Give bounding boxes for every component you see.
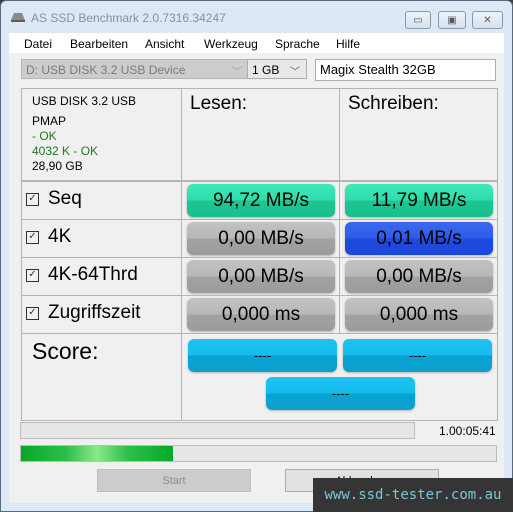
checkbox-icon[interactable]: ✓	[26, 306, 39, 320]
device-capacity: 28,90 GB	[32, 159, 83, 173]
test-progress-bar	[20, 422, 415, 439]
checkbox-icon[interactable]: ✓	[26, 192, 39, 206]
score-label: Score:	[32, 338, 99, 364]
write-result-value: 0,01 MB/s	[345, 222, 493, 255]
chevron-down-icon: ﹀	[290, 67, 300, 78]
test-label: 4K	[48, 226, 72, 247]
read-result-value: 0,000 ms	[187, 298, 335, 331]
close-icon: ✕	[483, 14, 492, 26]
menu-werkzeug[interactable]: Werkzeug	[204, 37, 258, 51]
test-label-cell: ✓ 4K-64Thrd	[21, 257, 182, 296]
device-info-panel: USB DISK 3.2 USB PMAP - OK 4032 K - OK 2…	[21, 88, 182, 181]
menu-datei[interactable]: Datei	[24, 37, 52, 51]
test-label: 4K-64Thrd	[48, 264, 138, 285]
minimize-icon: ▭	[413, 14, 423, 26]
checkbox-icon[interactable]: ✓	[26, 268, 39, 282]
chevron-down-icon: ﹀	[232, 67, 242, 78]
read-column-header: Lesen:	[190, 93, 248, 114]
app-window: AS SSD Benchmark 2.0.7316.34247 ▭ ▣ ✕ Da…	[0, 0, 513, 512]
size-select[interactable]: 1 GB ﹀	[247, 59, 307, 79]
overall-progress-fill	[21, 446, 173, 461]
score-values-cell: ---- ---- ----	[181, 333, 498, 421]
write-result-cell: 0,01 MB/s	[339, 219, 498, 258]
maximize-button[interactable]: ▣	[438, 11, 466, 29]
alignment-status: 4032 K - OK	[32, 144, 99, 158]
title-bar: AS SSD Benchmark 2.0.7316.34247 ▭ ▣ ✕	[1, 1, 512, 33]
test-label-cell: ✓ Zugriffszeit	[21, 295, 182, 334]
minimize-button[interactable]: ▭	[405, 11, 431, 29]
overall-progress-bar	[20, 445, 497, 462]
device-model: USB DISK 3.2 USB	[32, 94, 137, 108]
menu-hilfe[interactable]: Hilfe	[336, 37, 360, 51]
read-result-cell: 0,00 MB/s	[181, 257, 340, 296]
close-button[interactable]: ✕	[472, 11, 503, 29]
write-result-cell: 0,00 MB/s	[339, 257, 498, 296]
read-result-value: 94,72 MB/s	[187, 184, 335, 217]
start-button[interactable]: Start	[97, 469, 251, 492]
write-column-header: Schreiben:	[348, 93, 439, 114]
score-label-cell: Score:	[21, 333, 182, 421]
drive-select[interactable]: D: USB DISK 3.2 USB Device ﹀	[21, 59, 249, 79]
read-result-cell: 0,00 MB/s	[181, 219, 340, 258]
menu-bar: Datei Bearbeiten Ansicht Werkzeug Sprach…	[9, 33, 504, 53]
write-score: ----	[343, 339, 492, 372]
client-area: Datei Bearbeiten Ansicht Werkzeug Sprach…	[9, 33, 504, 503]
read-result-cell: 94,72 MB/s	[181, 181, 340, 220]
test-label: Zugriffszeit	[48, 302, 141, 323]
drive-select-value: D: USB DISK 3.2 USB Device	[26, 63, 186, 77]
results-grid: USB DISK 3.2 USB PMAP - OK 4032 K - OK 2…	[21, 88, 498, 421]
app-drive-icon	[11, 13, 25, 22]
read-score: ----	[188, 339, 337, 372]
test-label: Seq	[48, 188, 82, 209]
read-result-cell: 0,000 ms	[181, 295, 340, 334]
test-checkbox-0[interactable]: ✓ Seq	[26, 188, 82, 210]
elapsed-time: 1.00:05:41	[439, 424, 496, 438]
driver-status: - OK	[32, 129, 57, 143]
read-header-cell: Lesen:	[181, 88, 340, 181]
write-result-value: 0,00 MB/s	[345, 260, 493, 293]
maximize-icon: ▣	[447, 14, 457, 26]
window-title: AS SSD Benchmark 2.0.7316.34247	[31, 11, 226, 25]
read-result-value: 0,00 MB/s	[187, 260, 335, 293]
test-checkbox-3[interactable]: ✓ Zugriffszeit	[26, 302, 141, 324]
read-result-value: 0,00 MB/s	[187, 222, 335, 255]
test-label-cell: ✓ Seq	[21, 181, 182, 220]
write-header-cell: Schreiben:	[339, 88, 498, 181]
menu-ansicht[interactable]: Ansicht	[145, 37, 184, 51]
write-result-cell: 11,79 MB/s	[339, 181, 498, 220]
write-result-value: 11,79 MB/s	[345, 184, 493, 217]
menu-sprache[interactable]: Sprache	[275, 37, 320, 51]
checkbox-icon[interactable]: ✓	[26, 230, 39, 244]
device-driver: PMAP	[32, 114, 67, 128]
size-select-value: 1 GB	[252, 63, 280, 77]
total-score: ----	[266, 377, 415, 410]
test-checkbox-2[interactable]: ✓ 4K-64Thrd	[26, 264, 138, 286]
write-result-cell: 0,000 ms	[339, 295, 498, 334]
test-checkbox-1[interactable]: ✓ 4K	[26, 226, 71, 248]
watermark: www.ssd-tester.com.au	[313, 478, 513, 512]
test-label-cell: ✓ 4K	[21, 219, 182, 258]
drive-name-input[interactable]: Magix Stealth 32GB	[315, 59, 496, 81]
write-result-value: 0,000 ms	[345, 298, 493, 331]
menu-bearbeiten[interactable]: Bearbeiten	[70, 37, 128, 51]
